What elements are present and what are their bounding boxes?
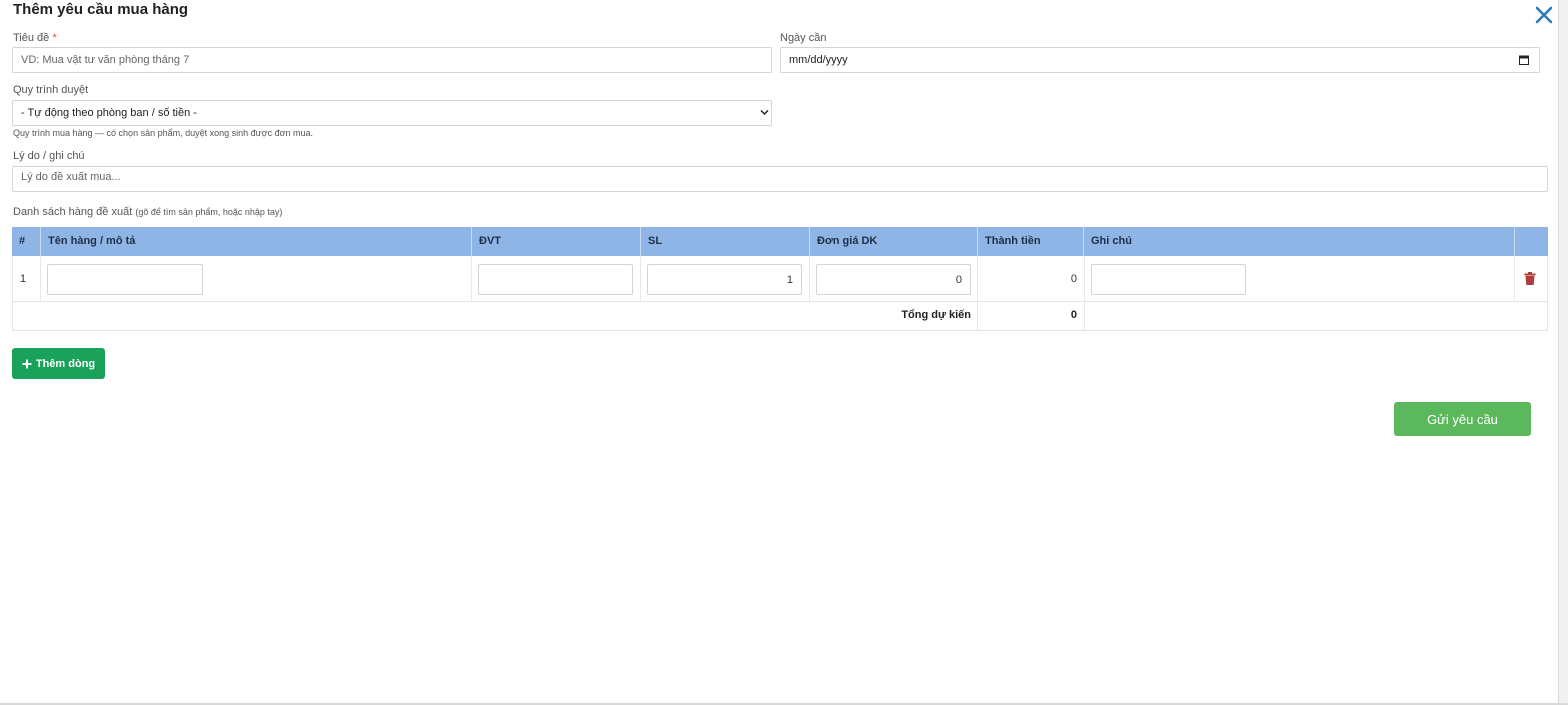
row-index: 1 <box>20 273 27 285</box>
col-index: # <box>12 227 41 256</box>
col-divider <box>471 256 472 301</box>
modal-title: Thêm yêu cầu mua hàng <box>13 1 189 18</box>
reason-label: Lý do / ghi chú <box>13 150 85 162</box>
table-left-border <box>12 256 13 331</box>
item-total: 0 <box>1070 273 1077 285</box>
required-mark: * <box>52 32 57 44</box>
item-name-input[interactable] <box>47 264 203 295</box>
workflow-label: Quy trình duyệt <box>13 84 89 96</box>
title-input[interactable] <box>12 47 772 73</box>
total-value: 0 <box>1070 309 1077 321</box>
col-qty: SL <box>641 227 810 256</box>
date-label: Ngày cần <box>780 32 827 44</box>
close-icon[interactable] <box>1533 4 1555 26</box>
col-divider <box>640 256 641 301</box>
col-divider <box>1514 256 1515 301</box>
col-name: Tên hàng / mô tả <box>41 227 472 256</box>
item-price-input[interactable] <box>816 264 971 295</box>
workflow-selected-value: - Tự động theo phòng ban / số tiền - <box>21 107 197 119</box>
items-label-text: Danh sách hàng đề xuất <box>13 206 133 218</box>
submit-button[interactable]: Gửi yêu cầu <box>1394 402 1531 436</box>
item-unit-input[interactable] <box>478 264 633 295</box>
item-qty-input[interactable] <box>647 264 802 295</box>
trash-icon[interactable] <box>1524 272 1536 285</box>
row-divider <box>12 301 1548 302</box>
title-label-text: Tiêu đề <box>13 32 50 44</box>
date-placeholder: mm/dd/yyyy <box>789 54 848 66</box>
col-action <box>1515 227 1548 256</box>
items-table-header: # Tên hàng / mô tả ĐVT SL Đơn giá DK Thà… <box>12 227 1548 256</box>
col-unit: ĐVT <box>472 227 641 256</box>
add-row-button[interactable]: Thêm dòng <box>12 348 105 379</box>
table-bottom-border <box>12 330 1548 331</box>
total-label: Tổng dự kiến <box>901 309 971 321</box>
col-price: Đơn giá DK <box>810 227 978 256</box>
date-input[interactable]: mm/dd/yyyy <box>780 47 1540 73</box>
col-divider <box>809 256 810 301</box>
reason-textarea[interactable] <box>12 166 1548 192</box>
add-row-label: Thêm dòng <box>35 357 96 370</box>
items-label: Danh sách hàng đề xuất (gõ để tìm sản ph… <box>13 206 282 218</box>
item-note-input[interactable] <box>1091 264 1246 295</box>
title-label: Tiêu đề * <box>13 32 57 44</box>
modal-scrollbar[interactable] <box>1558 0 1568 705</box>
calendar-icon[interactable] <box>1519 55 1529 65</box>
table-right-border <box>1547 256 1548 331</box>
col-divider <box>977 256 978 331</box>
col-total: Thành tiền <box>978 227 1084 256</box>
workflow-select[interactable]: - Tự động theo phòng ban / số tiền - <box>12 100 772 126</box>
col-divider <box>40 256 41 301</box>
col-note: Ghi chú <box>1084 227 1515 256</box>
plus-icon <box>22 359 32 368</box>
workflow-hint: Quy trình mua hàng — có chọn sản phẩm, d… <box>13 128 313 138</box>
col-divider <box>1084 256 1085 331</box>
items-hint: (gõ để tìm sản phẩm, hoặc nhập tay) <box>135 207 283 217</box>
